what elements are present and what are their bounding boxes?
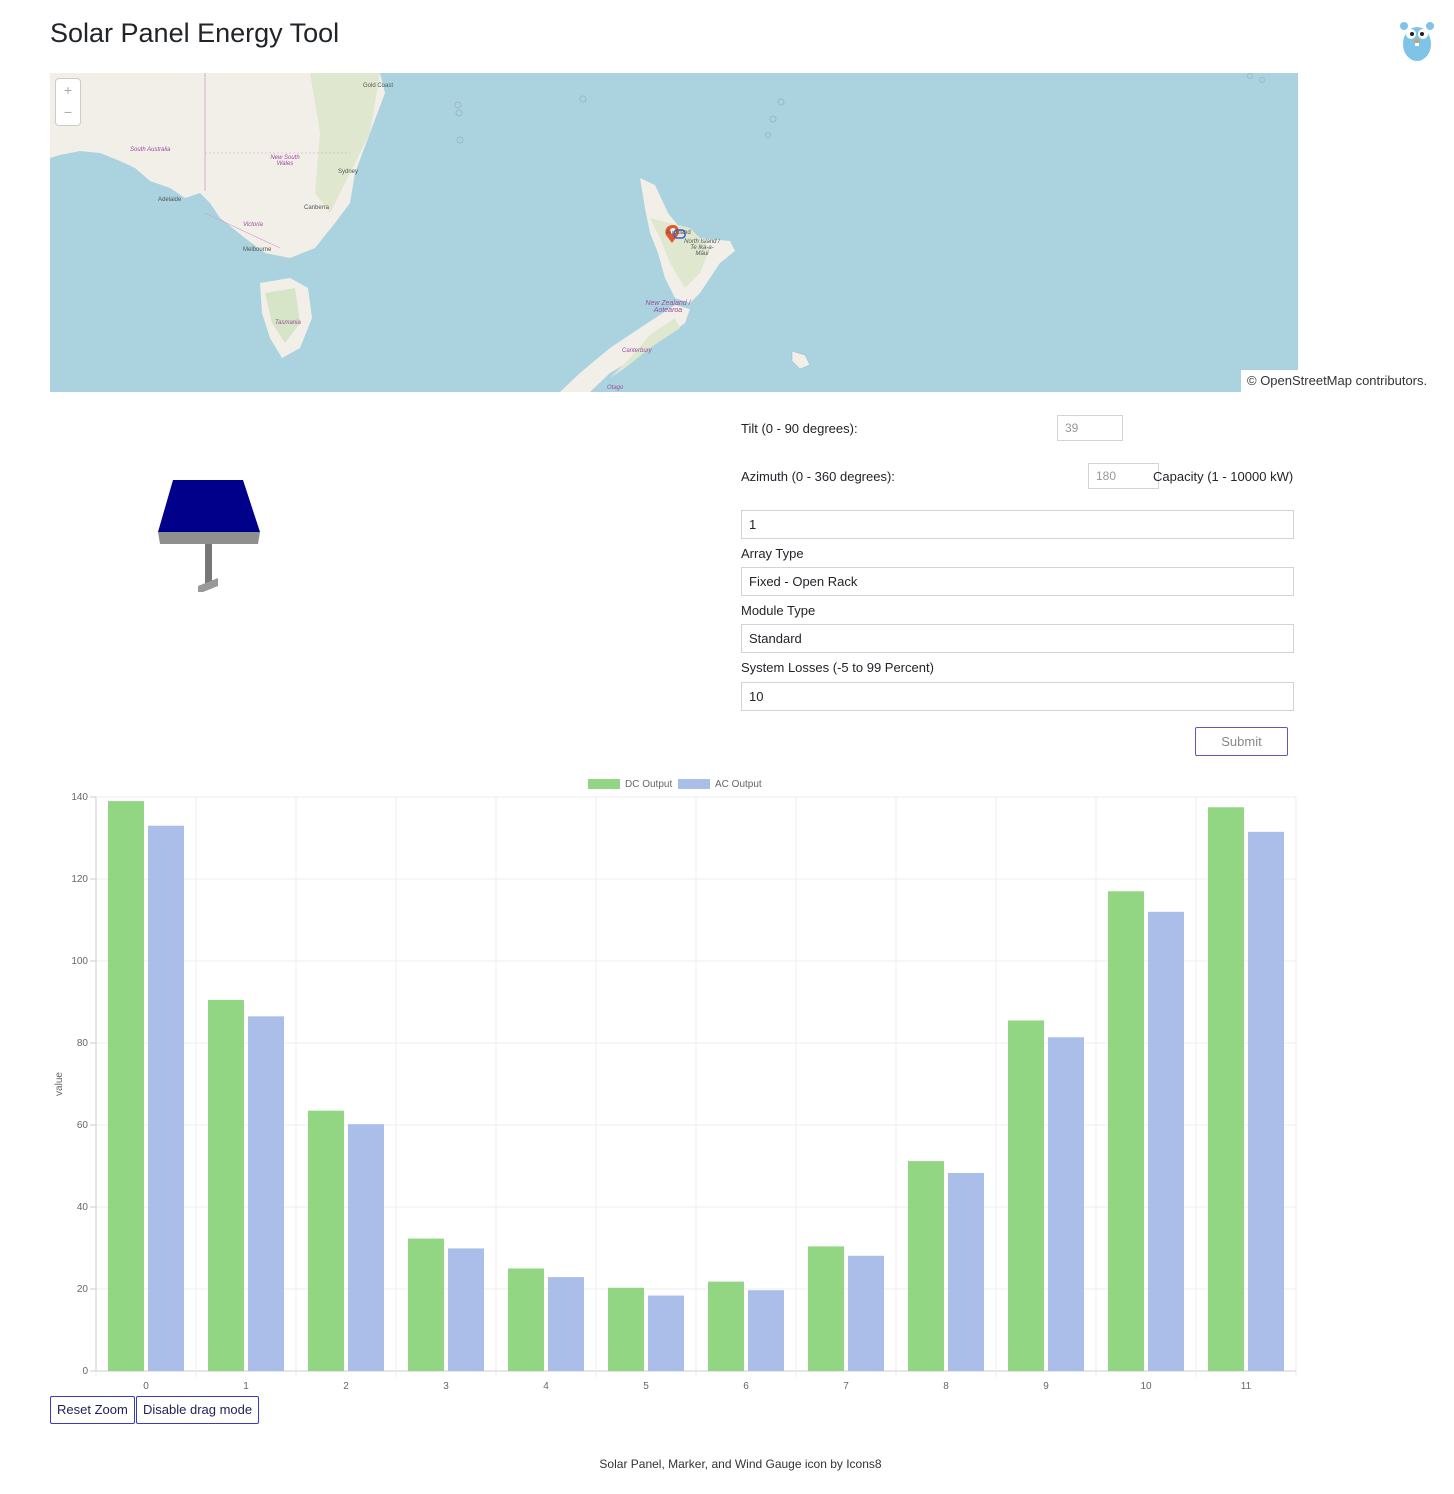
x-tick-label: 2: [343, 1381, 349, 1392]
legend-label: DC Output: [625, 779, 672, 790]
y-tick-label: 20: [77, 1284, 89, 1295]
bar-dc-9: [1008, 1020, 1044, 1371]
map-label-melbourne: Melbourne: [243, 247, 272, 253]
reset-zoom-button[interactable]: Reset Zoom: [50, 1396, 135, 1424]
capacity-label: Capacity (1 - 10000 kW): [1153, 469, 1294, 484]
y-axis-label: value: [54, 1072, 65, 1096]
y-tick-label: 140: [71, 792, 88, 803]
bar-ac-7: [848, 1255, 884, 1371]
x-tick-label: 5: [643, 1381, 649, 1392]
y-tick-label: 100: [71, 956, 88, 967]
bar-dc-6: [708, 1281, 744, 1371]
bar-dc-1: [208, 999, 244, 1371]
x-tick-label: 9: [1043, 1381, 1049, 1392]
legend-label: AC Output: [715, 779, 762, 790]
bar-ac-4: [548, 1277, 584, 1371]
bar-ac-2: [348, 1124, 384, 1371]
module-type-select[interactable]: Standard: [741, 624, 1294, 653]
x-tick-label: 6: [743, 1381, 749, 1392]
bar-ac-0: [148, 825, 184, 1371]
legend-swatch: [678, 779, 710, 789]
legend-swatch: [588, 779, 620, 789]
bar-ac-10: [1148, 911, 1184, 1371]
bar-ac-5: [648, 1295, 684, 1371]
x-tick-label: 1: [243, 1381, 249, 1392]
y-tick-label: 120: [71, 874, 88, 885]
map-label-new-zealand: New Zealand / Aotearoa: [645, 300, 691, 314]
energy-output-chart[interactable]: 0 20 40 60 80 100 120 140 0 1 2 3 4 5 6 7 8 9 10 11 value DC …: [50, 770, 1310, 1395]
solar-panel-icon: [158, 480, 260, 592]
system-losses-label: System Losses (-5 to 99 Percent): [741, 660, 934, 675]
gopher-logo-icon: [1400, 22, 1434, 61]
location-map[interactable]: + − Gold Coast South Australia New South…: [50, 73, 1298, 392]
y-tick-label: 80: [77, 1038, 89, 1049]
bar-dc-0: [108, 801, 144, 1371]
x-tick-label: 3: [443, 1381, 449, 1392]
bar-dc-7: [808, 1246, 844, 1371]
drag-mode-button[interactable]: Disable drag mode: [136, 1396, 260, 1424]
bar-dc-5: [608, 1287, 644, 1371]
bar-ac-8: [948, 1172, 984, 1371]
x-tick-label: 10: [1140, 1381, 1152, 1392]
map-label-south-australia: South Australia: [130, 147, 171, 153]
zoom-in-button[interactable]: +: [56, 79, 80, 101]
bar-ac-3: [448, 1248, 484, 1371]
map-label-new-south-wales: New South Wales: [270, 155, 300, 167]
bar-dc-10: [1108, 891, 1144, 1371]
bar-dc-4: [508, 1268, 544, 1371]
map-label-canberra: Canberra: [304, 205, 330, 211]
map-label-sydney: Sydney: [338, 169, 359, 175]
array-type-label: Array Type: [741, 546, 804, 561]
azimuth-input[interactable]: 180: [1088, 463, 1159, 489]
bar-ac-9: [1048, 1037, 1084, 1371]
map-label-otago: Otago: [607, 385, 624, 391]
map-label-adelaide: Adelaide: [158, 197, 182, 203]
y-tick-label: 40: [77, 1202, 89, 1213]
bar-ac-1: [248, 1016, 284, 1371]
x-tick-label: 4: [543, 1381, 549, 1392]
array-type-select[interactable]: Fixed - Open Rack: [741, 567, 1294, 596]
y-tick-label: 60: [77, 1120, 89, 1131]
x-tick-label: 7: [843, 1381, 849, 1392]
page-title: Solar Panel Energy Tool: [50, 18, 340, 48]
module-type-label: Module Type: [741, 603, 816, 618]
bar-ac-6: [748, 1290, 784, 1371]
azimuth-label: Azimuth (0 - 360 degrees):: [741, 469, 895, 484]
y-tick-label: 0: [82, 1366, 88, 1377]
submit-button[interactable]: Submit: [1195, 727, 1288, 756]
map-label-tasmania: Tasmania: [275, 320, 301, 326]
map-attribution[interactable]: © OpenStreetMap contributors.: [1241, 370, 1434, 392]
x-tick-label: 8: [943, 1381, 949, 1392]
x-tick-label: 0: [143, 1381, 149, 1392]
tilt-label: Tilt (0 - 90 degrees):: [741, 421, 858, 436]
map-label-canterbury: Canterbury: [622, 348, 652, 354]
icon-credit: Solar Panel, Marker, and Wind Gauge icon…: [599, 1457, 882, 1471]
x-tick-label: 11: [1241, 1381, 1252, 1392]
map-label-victoria: Victoria: [243, 222, 263, 228]
map-zoom-control[interactable]: + −: [56, 79, 80, 125]
map-label-auckland: Auckland: [666, 230, 691, 236]
tilt-input[interactable]: 39: [1057, 415, 1123, 441]
map-label-north-island: North Island / Te Ika-a-Māui: [684, 239, 720, 257]
bar-dc-8: [908, 1161, 944, 1371]
map-label-gold-coast: Gold Coast: [363, 83, 394, 89]
capacity-input[interactable]: 1: [741, 510, 1294, 539]
system-losses-input[interactable]: 10: [741, 682, 1294, 711]
bar-dc-11: [1208, 807, 1244, 1371]
bar-dc-3: [408, 1238, 444, 1371]
bar-ac-11: [1248, 831, 1284, 1371]
bar-dc-2: [308, 1110, 344, 1371]
zoom-out-button[interactable]: −: [56, 101, 80, 123]
